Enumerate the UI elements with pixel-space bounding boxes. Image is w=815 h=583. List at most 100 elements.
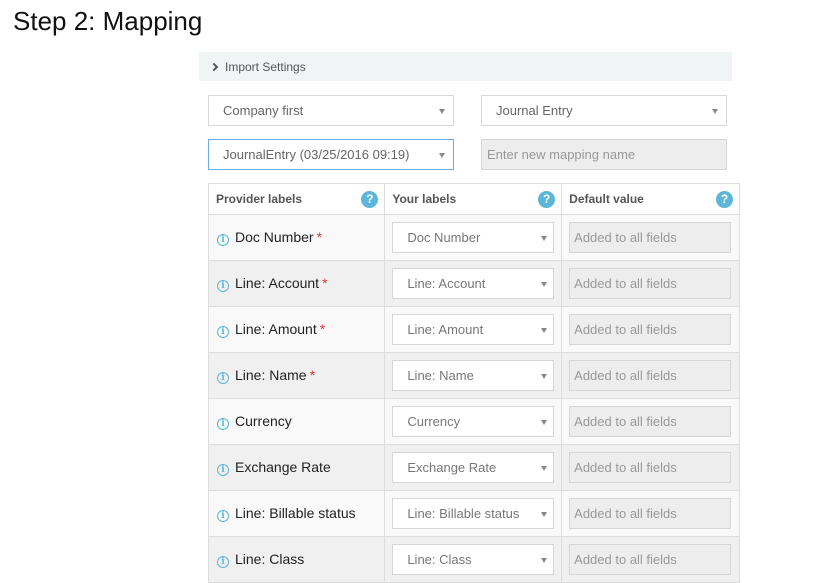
your-label-select-value: Line: Billable status xyxy=(407,506,520,521)
default-value-input[interactable] xyxy=(569,268,732,299)
table-row: i Exchange Rate Exchange Rate xyxy=(207,444,740,491)
header-label: Your labels xyxy=(392,192,457,206)
table-row: i Line: Account * Line: Account xyxy=(207,260,740,307)
default-value-input[interactable] xyxy=(569,222,732,253)
mapping-select-value: JournalEntry (03/25/2016 09:19) xyxy=(223,147,410,162)
help-icon[interactable]: ? xyxy=(361,191,379,208)
default-value-input[interactable] xyxy=(569,452,732,483)
caret-down-icon xyxy=(712,108,718,114)
required-marker: * xyxy=(319,321,326,337)
required-marker: * xyxy=(316,229,323,245)
default-value-input[interactable] xyxy=(569,314,732,345)
info-icon[interactable]: i xyxy=(217,510,229,522)
your-label-select[interactable]: Line: Class xyxy=(392,544,555,575)
help-icon[interactable]: ? xyxy=(716,191,733,208)
header-label: Provider labels xyxy=(216,192,303,206)
default-value-cell xyxy=(561,444,740,491)
provider-label-cell: i Line: Amount * xyxy=(207,306,386,353)
required-marker: * xyxy=(309,367,316,383)
import-settings-toggle[interactable]: Import Settings xyxy=(199,52,732,81)
your-label-select-value: Currency xyxy=(407,414,461,429)
table-row: i Line: Amount * Line: Amount xyxy=(207,306,740,353)
provider-label: Currency xyxy=(235,413,292,429)
your-label-cell: Currency xyxy=(384,398,563,445)
caret-down-icon xyxy=(439,108,445,114)
your-label-select[interactable]: Line: Account xyxy=(392,268,555,299)
info-icon[interactable]: i xyxy=(217,234,229,246)
your-label-select-value: Line: Account xyxy=(407,276,486,291)
your-label-select-value: Doc Number xyxy=(407,230,481,245)
provider-label: Line: Name xyxy=(235,367,307,383)
chevron-right-icon xyxy=(209,62,219,71)
info-icon[interactable]: i xyxy=(217,326,229,338)
provider-label: Doc Number xyxy=(235,229,314,245)
your-label-cell: Doc Number xyxy=(384,214,563,261)
info-icon[interactable]: i xyxy=(217,418,229,430)
import-settings-label: Import Settings xyxy=(225,59,306,74)
help-icon[interactable]: ? xyxy=(538,191,556,208)
your-label-select[interactable]: Line: Amount xyxy=(392,314,555,345)
table-row: i Line: Class Line: Class xyxy=(207,536,740,583)
provider-label-cell: i Line: Name * xyxy=(207,352,386,399)
provider-label-cell: i Line: Class xyxy=(207,536,386,583)
mapping-table: Provider labels ? Your labels ? Default … xyxy=(207,183,740,583)
header-default-value: Default value ? xyxy=(561,183,740,215)
your-label-cell: Line: Billable status xyxy=(384,490,563,537)
default-value-input[interactable] xyxy=(569,544,732,575)
default-value-cell xyxy=(561,306,740,353)
default-value-cell xyxy=(561,214,740,261)
mapping-select[interactable]: JournalEntry (03/25/2016 09:19) xyxy=(208,139,454,170)
entity-select[interactable]: Journal Entry xyxy=(481,95,727,126)
table-row: i Line: Billable status Line: Billable st… xyxy=(207,490,740,537)
your-label-cell: Exchange Rate xyxy=(384,444,563,491)
your-label-cell: Line: Amount xyxy=(384,306,563,353)
default-value-input[interactable] xyxy=(569,498,732,529)
header-your-labels: Your labels ? xyxy=(384,183,563,215)
your-label-select-value: Line: Name xyxy=(407,368,474,383)
company-select-value: Company first xyxy=(223,103,304,118)
provider-label-cell: i Exchange Rate xyxy=(207,444,386,491)
your-label-select[interactable]: Line: Billable status xyxy=(392,498,555,529)
table-row: i Currency Currency xyxy=(207,398,740,445)
provider-label-cell: i Doc Number * xyxy=(207,214,386,261)
required-marker: * xyxy=(322,275,328,291)
table-row: i Line: Name * Line: Name xyxy=(207,352,740,399)
info-icon[interactable]: i xyxy=(217,556,229,568)
your-label-select[interactable]: Doc Number xyxy=(392,222,555,253)
caret-down-icon xyxy=(541,373,548,379)
provider-label: Exchange Rate xyxy=(235,459,331,475)
your-label-cell: Line: Account xyxy=(384,260,563,307)
your-label-cell: Line: Name xyxy=(384,352,563,399)
default-value-cell xyxy=(561,260,740,307)
info-icon[interactable]: i xyxy=(217,372,229,384)
caret-down-icon xyxy=(541,465,548,471)
mapping-name-input[interactable] xyxy=(481,139,727,170)
table-row: i Doc Number * Doc Number xyxy=(207,214,740,261)
provider-label-cell: i Currency xyxy=(207,398,386,445)
your-label-select-value: Line: Amount xyxy=(407,322,484,337)
caret-down-icon xyxy=(541,419,548,425)
company-select[interactable]: Company first xyxy=(208,95,454,126)
default-value-input[interactable] xyxy=(569,406,732,437)
default-value-cell xyxy=(561,490,740,537)
your-label-select[interactable]: Exchange Rate xyxy=(392,452,555,483)
header-label: Default value xyxy=(569,192,644,206)
provider-label-cell: i Line: Account * xyxy=(207,260,386,307)
header-provider-labels: Provider labels ? xyxy=(207,183,386,215)
default-value-cell xyxy=(561,536,740,583)
info-icon[interactable]: i xyxy=(217,280,229,292)
provider-label: Line: Amount xyxy=(235,321,317,337)
default-value-cell xyxy=(561,352,740,399)
default-value-input[interactable] xyxy=(569,360,732,391)
your-label-select-value: Line: Class xyxy=(407,552,472,567)
caret-down-icon xyxy=(439,152,445,158)
entity-select-value: Journal Entry xyxy=(496,103,573,118)
table-header-row: Provider labels ? Your labels ? Default … xyxy=(207,183,740,215)
info-icon[interactable]: i xyxy=(217,464,229,476)
your-label-select[interactable]: Line: Name xyxy=(392,360,555,391)
default-value-cell xyxy=(561,398,740,445)
caret-down-icon xyxy=(541,281,548,287)
provider-label: Line: Account xyxy=(235,275,320,291)
your-label-select[interactable]: Currency xyxy=(392,406,555,437)
provider-label-cell: i Line: Billable status xyxy=(207,490,386,537)
